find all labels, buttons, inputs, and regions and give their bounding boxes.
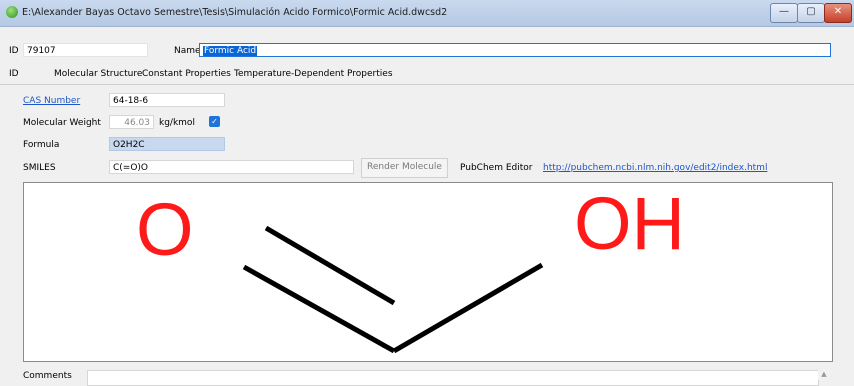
smiles-label: SMILES — [23, 163, 56, 173]
smiles-field[interactable]: C(=O)O — [109, 160, 354, 174]
name-value: Formic Acid — [203, 46, 258, 56]
tab-molecular-structure[interactable]: Molecular Structure — [54, 69, 142, 79]
formula-field[interactable]: O2H2C — [109, 137, 225, 151]
molecule-canvas: O OH — [23, 182, 833, 362]
window-title: E:\Alexander Bayas Octavo Semestre\Tesis… — [22, 7, 448, 18]
molecular-weight-label: Molecular Weight — [23, 118, 101, 128]
comments-field[interactable] — [87, 370, 819, 386]
name-field[interactable]: Formic Acid — [199, 43, 831, 57]
id-label: ID — [9, 46, 19, 56]
cas-number-link[interactable]: CAS Number — [23, 96, 80, 106]
smiles-value: C(=O)O — [113, 163, 149, 173]
tab-bar: ID Molecular Structure Constant Properti… — [0, 66, 854, 85]
name-label: Name — [174, 46, 201, 56]
id-value: 79107 — [27, 46, 56, 56]
single-bond — [392, 262, 544, 354]
cas-number-value: 64-18-6 — [113, 96, 149, 106]
pubchem-editor-label: PubChem Editor — [460, 163, 533, 173]
pubchem-editor-link[interactable]: http://pubchem.ncbi.nlm.nih.gov/edit2/in… — [543, 163, 767, 173]
maximize-button[interactable]: ▢ — [797, 3, 825, 23]
app-icon — [6, 6, 18, 18]
id-field[interactable]: 79107 — [23, 43, 148, 57]
formula-value: O2H2C — [113, 140, 145, 150]
oxygen-atom-label: O — [136, 188, 194, 271]
formula-label: Formula — [23, 140, 60, 150]
tab-constant-properties[interactable]: Constant Properties — [142, 69, 231, 79]
tab-temperature-dependent-properties[interactable]: Temperature-Dependent Properties — [234, 69, 393, 79]
hydroxyl-atom-label: OH — [574, 182, 685, 265]
tab-id[interactable]: ID — [9, 69, 19, 79]
render-molecule-button[interactable]: Render Molecule — [361, 158, 448, 178]
comments-scrollbar[interactable]: ▲ — [818, 370, 830, 380]
molecular-weight-unit: kg/kmol — [159, 118, 195, 128]
molecular-weight-value: 46.03 — [124, 118, 150, 128]
molecular-weight-field[interactable]: 46.03 — [109, 115, 154, 129]
minimize-button[interactable]: — — [770, 3, 798, 23]
cas-number-field[interactable]: 64-18-6 — [109, 93, 225, 107]
close-button[interactable]: ✕ — [824, 3, 852, 23]
molecular-weight-checkbox[interactable]: ✓ — [209, 116, 220, 127]
title-bar: E:\Alexander Bayas Octavo Semestre\Tesis… — [0, 0, 854, 27]
double-bond-lower — [242, 264, 396, 354]
